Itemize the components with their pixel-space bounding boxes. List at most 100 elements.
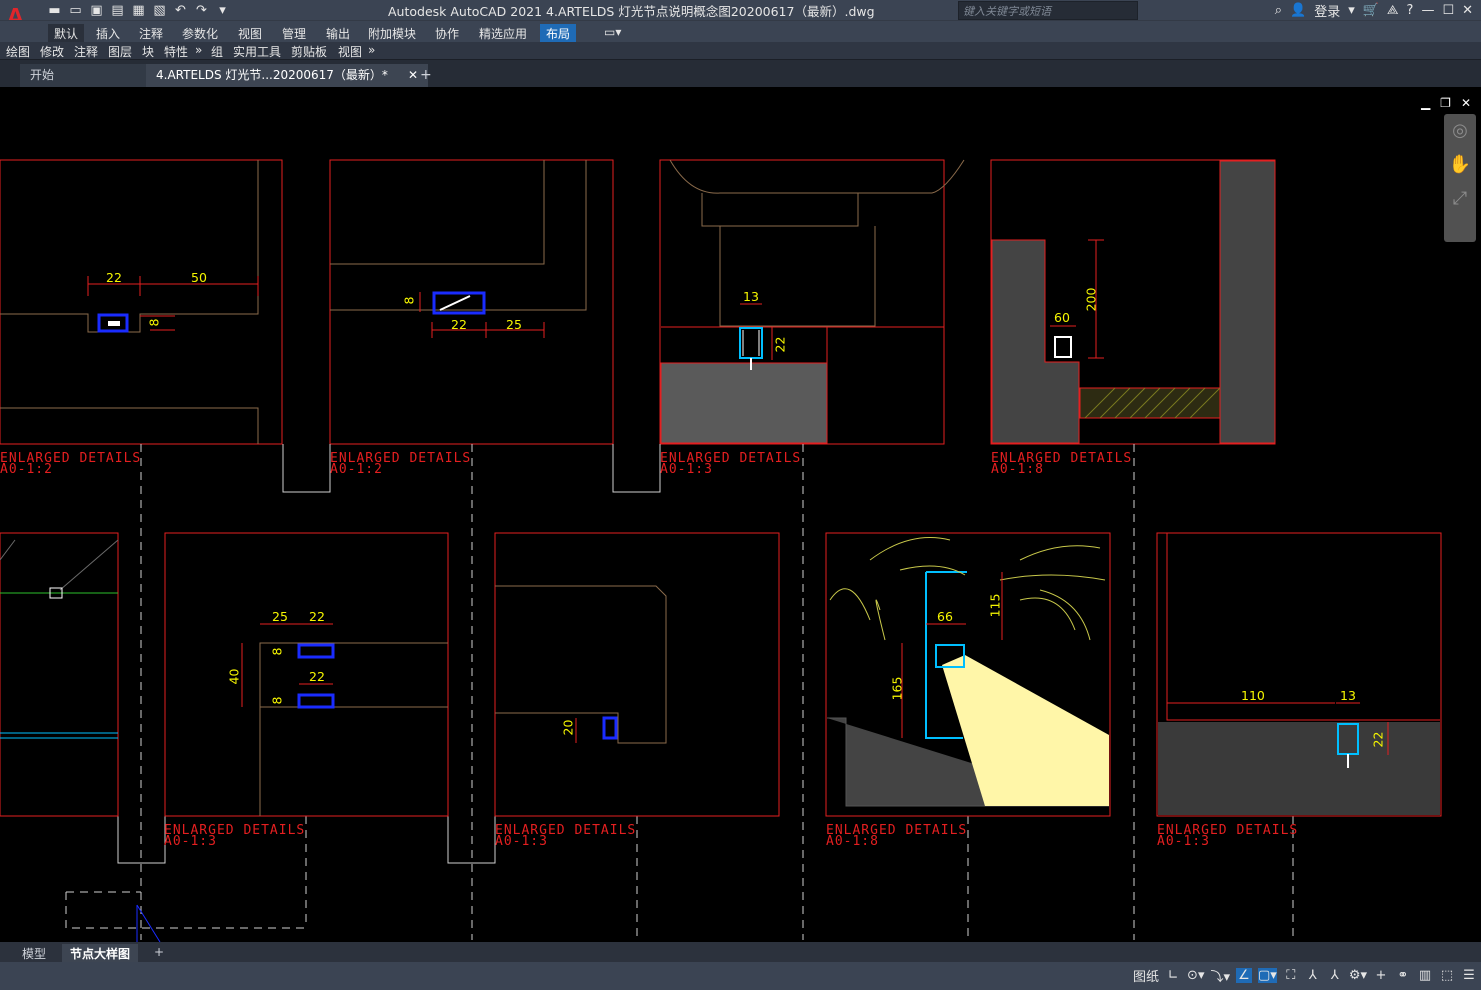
grid-icon[interactable]: ∟ [1165,968,1181,983]
dim-text: 8 [269,696,285,705]
dim-text: 25 [272,609,288,624]
tab-model[interactable]: 模型 [14,944,54,963]
panel-draw[interactable]: 绘图 [6,43,30,60]
tab-layout-details[interactable]: 节点大样图 [62,944,139,963]
tab-annotate[interactable]: 注释 [133,24,169,43]
doc-tab-current-label: 4.ARTELDS 灯光节...20200617（最新）* [156,68,388,82]
dim-text: 115 [987,593,1003,618]
ribbon-toggle-icon[interactable]: ▭▾ [598,24,627,40]
detail-label-7: ENLARGED DETAILS A0-1:8 [826,823,968,849]
panel-overflow-icon[interactable]: » [195,43,202,57]
close-icon[interactable]: ✕ [1461,96,1471,110]
login-link[interactable]: 登录 [1314,1,1340,20]
isodraft-icon[interactable]: ▢▾ [1258,968,1277,983]
panel-overflow-icon-2[interactable]: » [368,43,375,57]
panel-clipboard[interactable]: 剪贴板 [291,43,327,60]
panel-groups[interactable]: 组 [211,43,223,60]
search-icon[interactable]: ⌕ [1275,3,1282,18]
dim-text: 22 [309,609,325,624]
restore-icon[interactable]: ❐ [1440,96,1451,110]
redo-icon[interactable]: ↷ [193,3,210,18]
autodesk-icon[interactable]: ⟁ [1387,3,1399,18]
dim-text: 22 [772,336,788,353]
annotation-icon[interactable]: ⛶ [1283,968,1299,983]
led-profile-6a [297,643,335,659]
maximize-icon[interactable]: ☐ [1442,3,1454,18]
panel-modify[interactable]: 修改 [40,43,64,60]
doc-tab-start[interactable]: 开始 [20,64,152,87]
minimize-icon[interactable]: — [1421,3,1434,18]
open-icon[interactable]: ▭ [67,3,84,18]
osnap-icon[interactable]: ⤵▾ [1210,966,1230,985]
paper-space-toggle[interactable]: 图纸 [1133,966,1159,985]
fullscreen-icon[interactable]: ⬚ [1439,968,1455,983]
dim-text: 13 [1340,688,1356,703]
undo-icon[interactable]: ↶ [172,3,189,18]
navigation-bar: ◎ ✋ ⤢ [1444,114,1476,242]
print-icon[interactable]: ▦ [130,3,147,18]
hardware-icon[interactable]: ▥ [1417,968,1433,983]
new-tab-button[interactable]: + [420,67,432,83]
panel-annotate[interactable]: 注释 [74,43,98,60]
panel-properties[interactable]: 特性 [164,43,188,60]
zoom-extents-icon[interactable]: ⤢ [1446,188,1474,216]
annotation-scale-icon[interactable]: ⅄ [1327,968,1343,983]
add-layout-button[interactable]: + [146,944,172,960]
dim-text: 110 [1241,688,1265,703]
tab-home[interactable]: 默认 [48,24,85,43]
tab-collaborate[interactable]: 协作 [429,24,465,43]
pan-icon[interactable]: ✋ [1446,154,1474,182]
plot-icon[interactable]: ▧ [151,3,168,18]
tab-output[interactable]: 输出 [320,24,356,43]
workspace-icon[interactable]: ⚭ [1395,968,1411,983]
tab-view[interactable]: 视图 [232,24,268,43]
tab-parametric[interactable]: 参数化 [176,24,224,43]
section-outline-1 [0,160,259,333]
close-icon[interactable]: ✕ [408,64,418,86]
detail-label-1: ENLARGED DETAILS A0-1:2 [0,451,142,477]
save-icon[interactable]: ▣ [88,3,105,18]
panel-utilities[interactable]: 实用工具 [233,43,281,60]
tab-layout[interactable]: 布局 [540,24,577,43]
chevron-down-icon[interactable]: ▾ [1348,3,1355,18]
tab-manage[interactable]: 管理 [276,24,312,43]
plus-icon[interactable]: + [1373,968,1389,983]
drawing-canvas[interactable]: ENLARGED DETAILS A0-1:2 ENLARGED DETAILS A… [0,87,1481,942]
search-input[interactable]: 键入关键字或短语 [958,1,1138,20]
dim-text: 8 [146,318,162,327]
cart-icon[interactable]: 🛒 [1363,3,1379,18]
doc-tab-start-label: 开始 [30,68,55,82]
steering-wheel-icon[interactable]: ◎ [1446,120,1474,148]
gear-icon[interactable]: ⚙▾ [1349,968,1367,983]
panel-view[interactable]: 视图 [338,43,362,60]
detail-label-5: ENLARGED DETAILS A0-1:3 [164,823,306,849]
doc-tab-current[interactable]: 4.ARTELDS 灯光节...20200617（最新）* ✕ [146,64,428,87]
drawing-svg [0,159,1442,942]
polar-icon[interactable]: ⊙▾ [1187,968,1204,983]
title-right-icons: ⌕ 👤 登录 ▾ 🛒 ⟁ ? — ☐ ✕ [1275,0,1481,20]
scale-icon[interactable]: ⅄ [1305,968,1321,983]
panel-layers[interactable]: 图层 [108,43,132,60]
panel-block[interactable]: 块 [142,43,154,60]
window-title: Autodesk AutoCAD 2021 4.ARTELDS 灯光节点说明概念… [388,4,875,19]
dim-text: 20 [560,719,576,736]
minimize-icon[interactable]: ▁ [1421,96,1430,110]
help-icon[interactable]: ? [1407,3,1414,18]
new-icon[interactable]: ▬ [46,3,63,18]
user-icon[interactable]: 👤 [1290,3,1306,18]
save-as-icon[interactable]: ▤ [109,3,126,18]
tab-featured-apps[interactable]: 精选应用 [473,24,533,43]
status-bar: 图纸 ∟ ⊙▾ ⤵▾ ∠ ▢▾ ⛶ ⅄ ⅄ ⚙▾ + ⚭ ▥ ⬚ ☰ [0,962,1481,990]
ortho-icon[interactable]: ∠ [1236,968,1252,983]
close-icon[interactable]: ✕ [1462,3,1473,18]
menu-icon[interactable]: ☰ [1461,968,1477,983]
dim-text: 60 [1054,310,1070,325]
dropdown-icon[interactable]: ▾ [214,3,231,18]
floor-slab-3 [660,362,828,444]
detail-label-3: ENLARGED DETAILS A0-1:3 [660,451,802,477]
tab-insert[interactable]: 插入 [90,24,126,43]
viewport-frame-2 [329,159,614,445]
ribbon-panels: 绘图 修改 注释 图层 块 特性 » 组 实用工具 剪贴板 视图 » [0,42,1481,60]
document-tabs: 开始 4.ARTELDS 灯光节...20200617（最新）* ✕ [0,60,1481,87]
tab-addins[interactable]: 附加模块 [362,24,422,43]
